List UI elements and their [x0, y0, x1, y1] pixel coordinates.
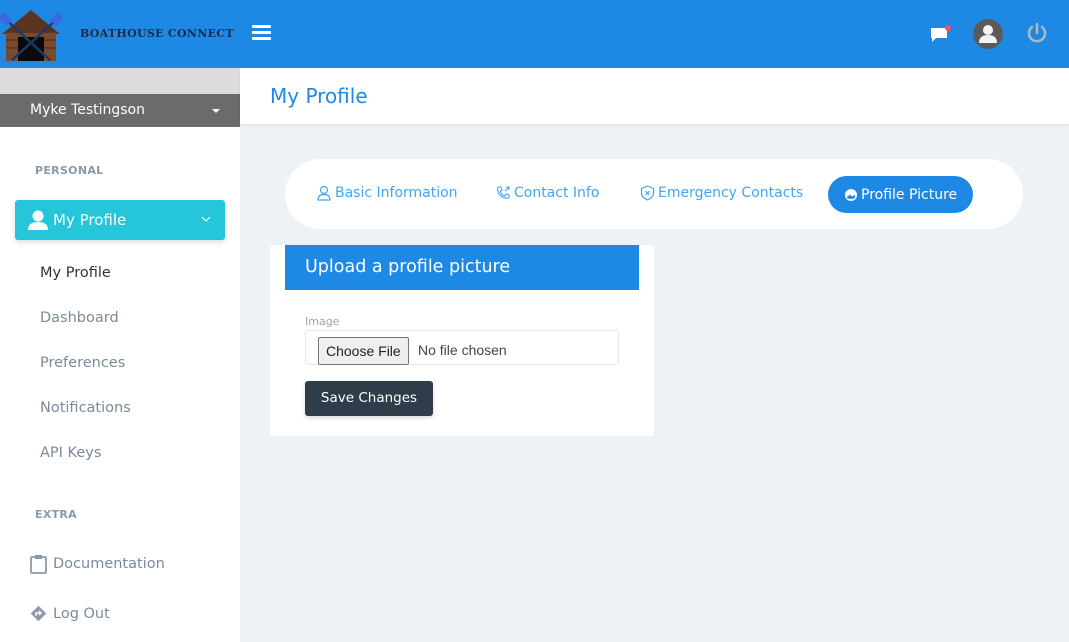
- menu-icon[interactable]: [252, 25, 271, 41]
- sidebar-item-my-profile[interactable]: My Profile: [40, 265, 111, 281]
- power-icon[interactable]: [1025, 21, 1049, 45]
- tab-contact-info[interactable]: Contact Info: [495, 185, 599, 201]
- sidebar: Myke Testingson PERSONAL My Profile My P…: [0, 68, 240, 642]
- sidebar-item-dashboard[interactable]: Dashboard: [40, 310, 119, 326]
- file-status-text: No file chosen: [418, 342, 507, 358]
- profile-tabs: Basic Information Contact Info Emergency…: [285, 159, 1023, 229]
- boathouse-logo[interactable]: [0, 8, 64, 63]
- clipboard-icon: [30, 555, 47, 574]
- caret-down-icon: [212, 109, 220, 113]
- documentation-label: Documentation: [53, 556, 165, 572]
- picture-icon: [845, 188, 857, 201]
- image-field-label: Image: [305, 315, 340, 328]
- tab-label: Basic Information: [335, 185, 458, 201]
- sidebar-item-preferences[interactable]: Preferences: [40, 355, 125, 371]
- sidebar-group-my-profile[interactable]: My Profile: [15, 200, 225, 240]
- log-out-label: Log Out: [53, 605, 110, 622]
- phone-icon: [497, 186, 510, 199]
- save-changes-button[interactable]: Save Changes: [305, 381, 433, 416]
- brand-name: BOATHOUSE CONNECT: [80, 27, 234, 40]
- directions-icon: [30, 605, 47, 622]
- sidebar-header-strip: [0, 68, 240, 94]
- sidebar-group-label: My Profile: [53, 211, 127, 229]
- sidebar-item-notifications[interactable]: Notifications: [40, 400, 131, 416]
- sidebar-item-documentation[interactable]: Documentation: [30, 554, 165, 574]
- user-outline-icon: [317, 185, 331, 201]
- page-title: My Profile: [270, 84, 368, 108]
- tab-label: Contact Info: [514, 185, 600, 201]
- top-navbar: BOATHOUSE CONNECT: [0, 0, 1069, 68]
- page-header: My Profile: [240, 68, 1069, 124]
- upload-card: Upload a profile picture Image Choose Fi…: [270, 245, 654, 436]
- sidebar-item-api-keys[interactable]: API Keys: [40, 445, 101, 461]
- section-label-personal: PERSONAL: [35, 164, 104, 177]
- avatar-icon[interactable]: [973, 19, 1003, 49]
- tab-basic-information[interactable]: Basic Information: [316, 185, 458, 201]
- tab-label: Emergency Contacts: [658, 185, 804, 201]
- sidebar-item-log-out[interactable]: Log Out: [30, 605, 110, 622]
- choose-file-button[interactable]: Choose File: [318, 337, 409, 365]
- shield-icon: [640, 185, 655, 201]
- user-dropdown[interactable]: Myke Testingson: [0, 94, 240, 127]
- tab-label: Profile Picture: [861, 186, 958, 203]
- user-icon: [28, 210, 48, 230]
- message-icon[interactable]: [930, 24, 952, 44]
- chevron-down-icon: [201, 216, 211, 222]
- section-label-extra: EXTRA: [35, 508, 77, 521]
- tab-profile-picture[interactable]: Profile Picture: [828, 176, 974, 213]
- user-name: Myke Testingson: [30, 102, 145, 118]
- upload-card-title: Upload a profile picture: [285, 245, 639, 290]
- image-file-input[interactable]: Choose File No file chosen: [305, 330, 619, 365]
- tab-emergency-contacts[interactable]: Emergency Contacts: [640, 185, 803, 201]
